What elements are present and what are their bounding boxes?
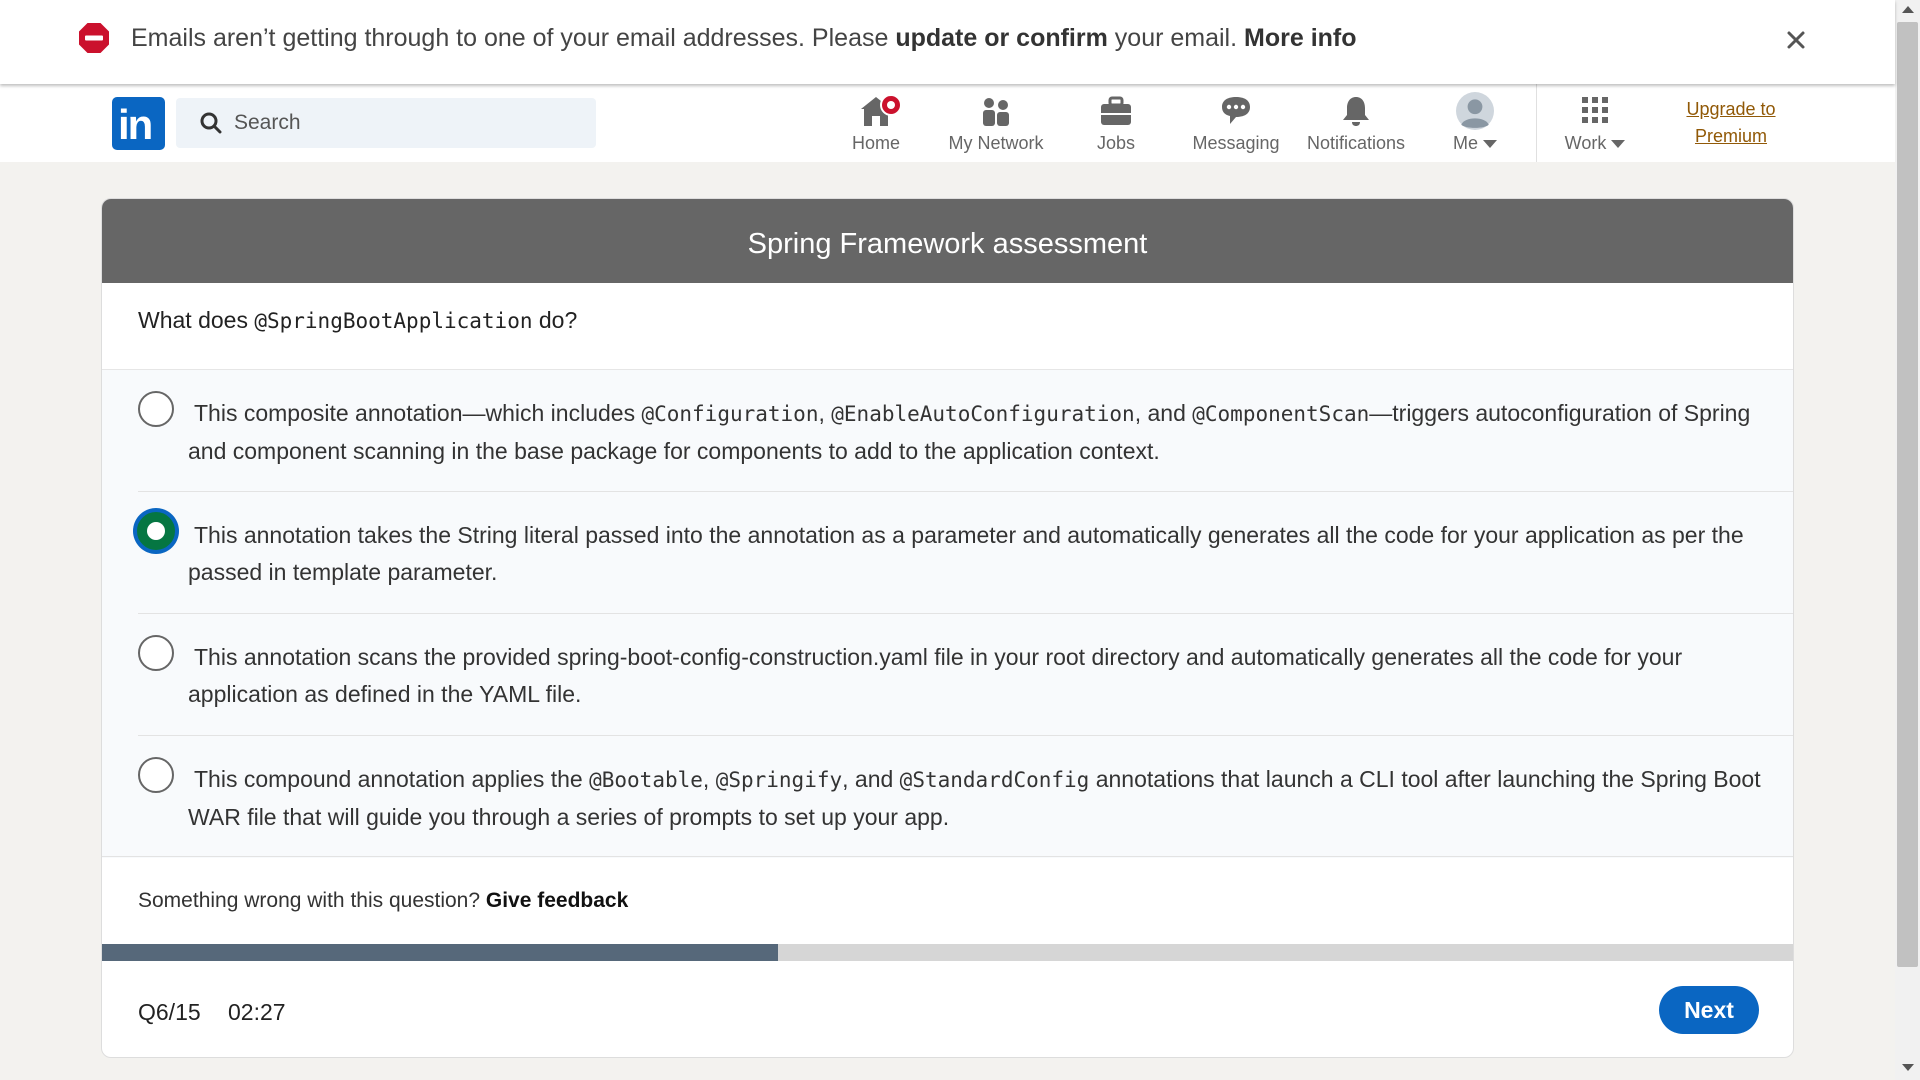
- nav-work[interactable]: Work: [1552, 90, 1638, 156]
- scroll-down-arrow-icon[interactable]: [1902, 1064, 1914, 1071]
- scroll-up-arrow-icon[interactable]: [1902, 6, 1914, 13]
- email-alert-banner: Emails aren’t getting through to one of …: [0, 0, 1895, 84]
- answer-option[interactable]: This composite annotation—which includes…: [138, 370, 1793, 492]
- chevron-down-icon: [1483, 140, 1497, 149]
- nav-work-label: Work: [1552, 133, 1638, 154]
- more-info-link[interactable]: More info: [1244, 24, 1357, 52]
- code-snippet: @Bootable: [589, 768, 703, 792]
- answer-option[interactable]: This compound annotation applies the @Bo…: [138, 736, 1793, 858]
- option-text-segment: This compound annotation applies the: [194, 766, 590, 792]
- search-input[interactable]: [234, 98, 584, 148]
- answer-options: This composite annotation—which includes…: [102, 370, 1793, 858]
- code-snippet: @Configuration: [641, 402, 819, 426]
- feedback-row: Something wrong with this question? Give…: [138, 889, 628, 913]
- code-snippet: @EnableAutoConfiguration: [831, 402, 1135, 426]
- assessment-card: Spring Framework assessment What does @S…: [101, 198, 1794, 1058]
- nav-jobs[interactable]: Jobs: [1076, 90, 1156, 156]
- nav-me[interactable]: Me: [1430, 90, 1520, 156]
- bell-icon: [1343, 97, 1369, 126]
- feedback-text: Something wrong with this question?: [138, 889, 486, 912]
- chat-icon: [1222, 97, 1250, 124]
- search-box[interactable]: [176, 98, 596, 148]
- question-counter: Q6/15: [138, 999, 201, 1025]
- option-text-segment: , and: [1134, 400, 1193, 426]
- alert-text-middle: your email.: [1107, 24, 1245, 52]
- timer: 02:27: [228, 999, 286, 1025]
- scrollbar[interactable]: [1895, 0, 1920, 1080]
- nav-notifications-label: Notifications: [1306, 133, 1406, 153]
- nav-messaging-label: Messaging: [1192, 133, 1280, 153]
- linkedin-logo[interactable]: in: [112, 97, 165, 150]
- nav-my-network-label: My Network: [948, 133, 1044, 153]
- nav-my-network[interactable]: My Network: [940, 90, 1052, 156]
- search-icon: [200, 112, 222, 134]
- assessment-title: Spring Framework assessment: [102, 199, 1793, 283]
- next-button[interactable]: Next: [1659, 986, 1759, 1034]
- option-text-segment: This composite annotation—which includes: [194, 400, 642, 426]
- code-snippet: @Springify: [715, 768, 843, 792]
- alert-text-before: Emails aren’t getting through to one of …: [131, 24, 896, 52]
- network-icon: [983, 98, 1009, 126]
- nav-me-text: Me: [1452, 133, 1478, 153]
- option-text-segment: , and: [842, 766, 900, 792]
- option-text-segment: This annotation scans the provided sprin…: [188, 644, 1683, 707]
- answer-option[interactable]: This annotation scans the provided sprin…: [138, 614, 1793, 736]
- update-email-link[interactable]: update or confirm: [895, 24, 1108, 52]
- option-text-segment: ,: [818, 400, 832, 426]
- scrollbar-thumb[interactable]: [1897, 22, 1918, 967]
- alert-message: Emails aren’t getting through to one of …: [131, 22, 1357, 54]
- notification-badge: [880, 94, 902, 116]
- upgrade-premium-link[interactable]: Upgrade to Premium: [1680, 96, 1782, 150]
- nav-home-label: Home: [851, 133, 900, 153]
- close-icon[interactable]: [1780, 24, 1812, 56]
- option-text-segment: This annotation takes the String literal…: [188, 522, 1744, 585]
- code-snippet: @StandardConfig: [899, 768, 1090, 792]
- answer-option[interactable]: This annotation takes the String literal…: [134, 492, 1793, 614]
- progress-fill: [102, 944, 779, 961]
- answer-option-text: This compound annotation applies the @Bo…: [188, 761, 1788, 836]
- code-snippet: @ComponentScan: [1192, 402, 1370, 426]
- premium-line-1: Upgrade to: [1686, 99, 1776, 119]
- question-code: @SpringBootApplication: [254, 309, 533, 333]
- answer-radio[interactable]: [138, 635, 174, 671]
- give-feedback-link[interactable]: Give feedback: [486, 889, 628, 912]
- nav-home[interactable]: Home: [836, 90, 916, 156]
- grid-icon: [1582, 97, 1608, 123]
- chevron-down-icon: [1611, 140, 1626, 149]
- answer-radio[interactable]: [138, 391, 174, 427]
- question-prefix: What does: [138, 307, 255, 333]
- answer-radio[interactable]: [134, 509, 178, 553]
- question-text: What does @SpringBootApplication do?: [138, 307, 577, 334]
- nav-work-text: Work: [1564, 133, 1607, 153]
- progress-bar: [102, 944, 1793, 961]
- nav-me-label: Me: [1430, 133, 1520, 154]
- answer-option-text: This composite annotation—which includes…: [188, 395, 1788, 470]
- question-suffix: do?: [532, 307, 578, 333]
- global-nav: in Home My Network Jobs: [0, 84, 1895, 162]
- avatar: [1456, 92, 1494, 130]
- nav-messaging[interactable]: Messaging: [1186, 90, 1286, 156]
- nav-divider: [1536, 84, 1537, 162]
- nav-notifications[interactable]: Notifications: [1300, 90, 1412, 156]
- option-text-segment: ,: [702, 766, 716, 792]
- answer-option-text: This annotation takes the String literal…: [188, 517, 1788, 591]
- nav-jobs-label: Jobs: [1096, 133, 1136, 153]
- briefcase-icon: [1101, 96, 1131, 125]
- options-divider: [102, 856, 1793, 857]
- error-icon: [79, 23, 109, 53]
- answer-option-text: This annotation scans the provided sprin…: [188, 639, 1788, 713]
- premium-line-2: Premium: [1694, 126, 1767, 146]
- answer-radio[interactable]: [138, 757, 174, 793]
